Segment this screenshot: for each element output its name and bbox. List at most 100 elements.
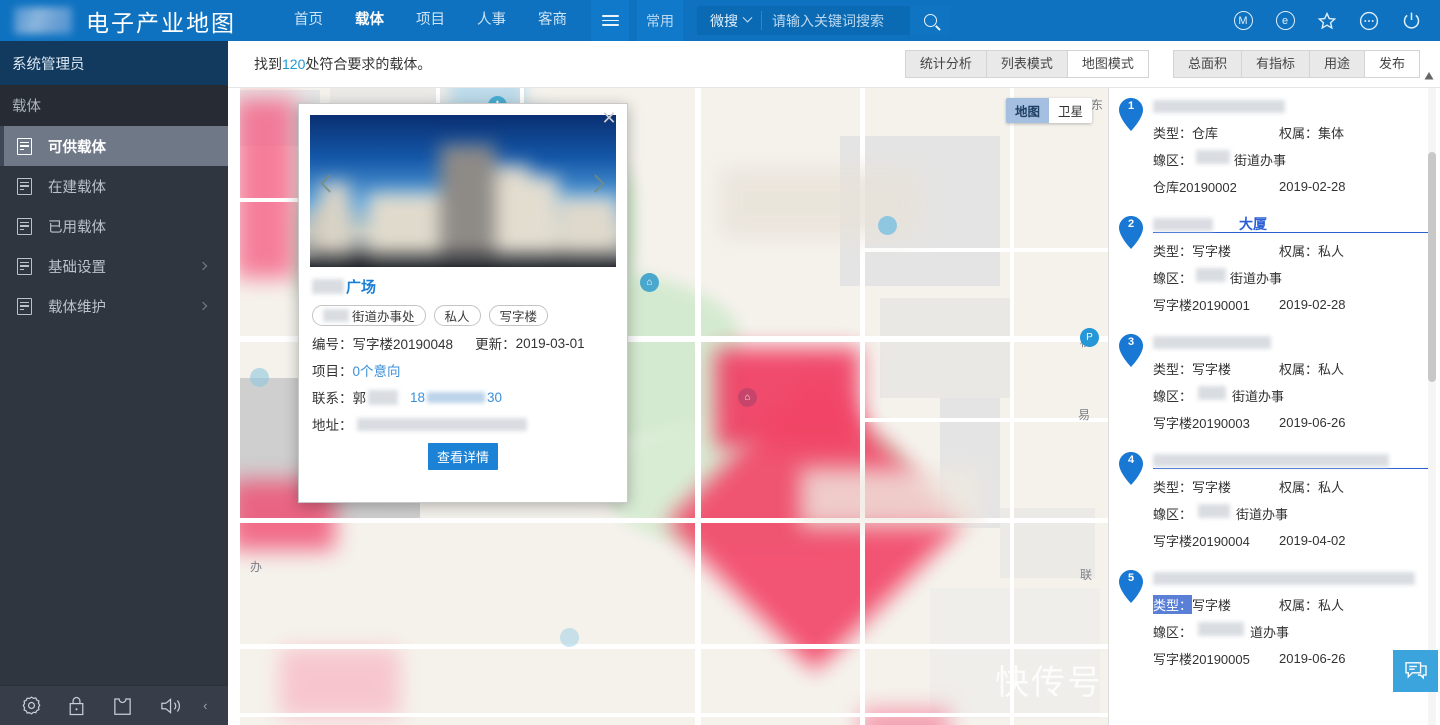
next-arrow-icon[interactable] (586, 174, 605, 205)
view-mode-statistics[interactable]: 统计分析 (905, 51, 987, 77)
map-pin-marker[interactable]: 3 (1119, 334, 1143, 367)
view-mode-button-group: 统计分析 列表模式 地图模式 (904, 50, 1149, 78)
list-item[interactable]: 1 类型： 仓库 权属： 集体 蟓区： 街道办事 仓库20190002 2019-0… (1109, 88, 1440, 206)
settings-gear-icon[interactable] (21, 695, 42, 716)
sidebar-item-carrier-maintenance[interactable]: 载体维护 (0, 286, 228, 326)
result-district-line: 蟓区： 街道办事 (1153, 386, 1428, 405)
map-pin-marker[interactable]: 1 (1119, 98, 1143, 131)
list-item[interactable]: 3 类型： 写字楼 权属： 私人 蟓区： 街道办事 写字楼20190003 2019… (1109, 324, 1440, 442)
prev-arrow-icon[interactable] (320, 174, 339, 205)
map-road (860, 418, 1108, 422)
map-pin-marker[interactable]: 2 (1119, 216, 1143, 249)
carrier-title[interactable]: 广场 (312, 276, 627, 297)
redacted-text (1153, 453, 1389, 467)
map-pin-marker[interactable]: 4 (1119, 452, 1143, 485)
taskbar-collapse-caret[interactable]: ‹ (203, 698, 207, 713)
map-poi-icon[interactable] (560, 628, 579, 647)
result-name[interactable]: 大厦 (1153, 216, 1428, 233)
filter-published[interactable]: 发布 (1364, 51, 1419, 77)
chat-bubble-icon[interactable] (1393, 650, 1438, 692)
results-scrollbar-thumb[interactable] (1428, 152, 1436, 382)
map-poi-icon[interactable]: ⌂ (738, 388, 757, 407)
star-favorite-icon[interactable] (1316, 10, 1338, 32)
list-item[interactable]: 4 类型： 写字楼 权属： 私人 蟓区： 街道办事 写字楼20190004 2019… (1109, 442, 1440, 560)
type-value: 仓库 (1192, 126, 1219, 141)
power-off-icon[interactable] (1400, 10, 1422, 32)
shirt-icon[interactable] (111, 695, 134, 716)
lock-icon[interactable] (67, 695, 86, 716)
owner-value: 私人 (1318, 362, 1345, 377)
carousel-image (310, 115, 616, 267)
hamburger-menu-button[interactable] (591, 0, 629, 41)
pin-index: 5 (1127, 572, 1135, 584)
result-code: 写字楼20190001 (1153, 298, 1250, 313)
list-item[interactable]: 5 类型： 写字楼 权属： 私人 蟓区： 道办事 写字楼20190005 2019-… (1109, 560, 1440, 678)
map-type-satellite[interactable]: 卫星 (1048, 98, 1092, 123)
browser-e-icon[interactable]: e (1274, 10, 1296, 32)
result-name[interactable] (1153, 570, 1428, 587)
scroll-up-button[interactable] (1424, 68, 1434, 86)
result-code: 写字楼20190005 (1153, 652, 1250, 667)
nav-link-merchant[interactable]: 客商 (522, 0, 583, 41)
map-road (240, 713, 1108, 717)
map-type-standard[interactable]: 地图 (1005, 98, 1049, 123)
pin-index: 4 (1127, 454, 1135, 466)
district-label: 蟓区： (1153, 153, 1193, 168)
more-options-icon[interactable] (1358, 10, 1380, 32)
carrier-address-row: 地址： (312, 414, 627, 434)
filter-has-index[interactable]: 有指标 (1241, 51, 1310, 77)
result-count-text: 找到120处符合要求的载体。 (254, 54, 431, 74)
volume-icon[interactable] (159, 696, 184, 716)
result-district-line: 蟓区： 街道办事 (1153, 150, 1428, 169)
nav-link-project[interactable]: 项目 (400, 0, 461, 41)
map-poi-icon[interactable] (250, 368, 269, 387)
results-panel[interactable]: 1 类型： 仓库 权属： 集体 蟓区： 街道办事 仓库20190002 2019-0… (1108, 88, 1440, 725)
redacted-text (1198, 386, 1227, 400)
search-submit-button[interactable] (910, 6, 950, 35)
pin-index: 3 (1127, 336, 1135, 348)
nav-link-home[interactable]: 首页 (278, 0, 339, 41)
nav-link-hr[interactable]: 人事 (461, 0, 522, 41)
carrier-code-row: 编号： 写字楼20190048 更新： 2019-03-01 (312, 333, 627, 353)
map-poi-parking-icon[interactable]: P (1080, 328, 1099, 347)
sidebar-item-used-carrier[interactable]: 已用载体 (0, 206, 228, 246)
result-name-suffix: 大厦 (1239, 216, 1267, 232)
sidebar-item-available-carrier[interactable]: 可供载体 (0, 126, 228, 166)
sidebar-item-basic-settings[interactable]: 基础设置 (0, 246, 228, 286)
owner-value: 私人 (1318, 598, 1345, 613)
map-label: 联 (1080, 568, 1093, 582)
list-item[interactable]: 2 大厦 类型： 写字楼 权属： 私人 蟓区： 街道办事 写字楼20190001 2… (1109, 206, 1440, 324)
filter-total-area[interactable]: 总面积 (1173, 51, 1242, 77)
view-mode-map[interactable]: 地图模式 (1067, 51, 1148, 77)
tag-building-type: 写字楼 (488, 305, 549, 326)
filter-usage[interactable]: 用途 (1309, 51, 1365, 77)
messenger-icon[interactable]: M (1232, 10, 1254, 32)
carrier-photo-carousel[interactable] (310, 115, 616, 267)
type-label: 类型： (1153, 126, 1193, 141)
nav-link-carrier[interactable]: 载体 (339, 0, 400, 41)
result-district-line: 蟓区： 街道办事 (1153, 504, 1428, 523)
search-scope-dropdown[interactable]: 微搜 (697, 11, 762, 30)
redacted-text (323, 309, 349, 322)
map-poi-icon[interactable] (878, 216, 897, 235)
project-label: 项目： (312, 364, 353, 379)
favorites-button[interactable]: 常用 (637, 0, 683, 41)
search-input[interactable] (762, 12, 910, 29)
close-icon[interactable]: ✕ (601, 109, 617, 127)
result-name[interactable] (1153, 98, 1428, 115)
carrier-project-row: 项目： 0个意向 (312, 360, 627, 380)
result-name[interactable] (1153, 452, 1428, 469)
result-name[interactable] (1153, 334, 1428, 351)
view-mode-list[interactable]: 列表模式 (986, 51, 1068, 77)
map-pin-marker[interactable]: 5 (1119, 570, 1143, 603)
result-code: 写字楼20190004 (1153, 534, 1250, 549)
map-poi-icon[interactable]: ⌂ (640, 273, 659, 292)
sidebar-item-under-construction-carrier[interactable]: 在建载体 (0, 166, 228, 206)
sidebar-item-label: 基础设置 (48, 259, 106, 276)
district-value: 街道办事 (1236, 507, 1289, 522)
district-label: 蟓区： (1153, 389, 1193, 404)
view-detail-button[interactable]: 查看详情 (427, 443, 498, 470)
result-code: 写字楼20190003 (1153, 416, 1250, 431)
tag-ownership: 私人 (433, 305, 481, 326)
project-value: 0个意向 (352, 364, 401, 379)
